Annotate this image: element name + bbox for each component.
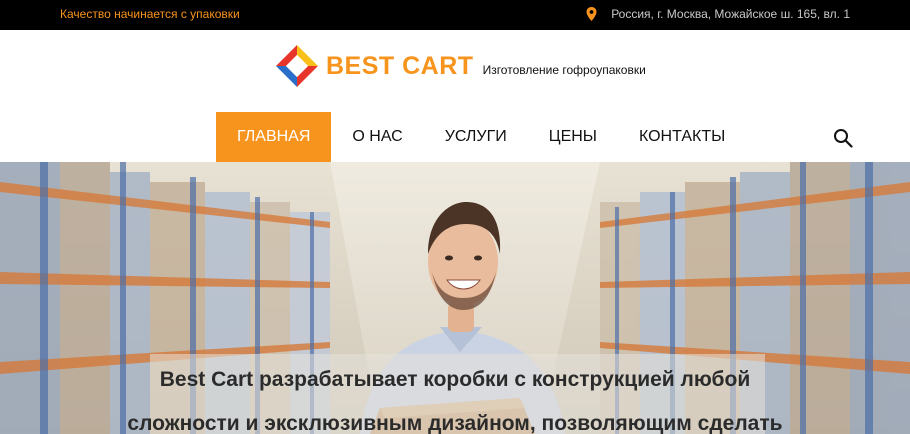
nav-item-home[interactable]: ГЛАВНАЯ [216,112,332,162]
brand-name: BEST CART [326,51,474,80]
brand-subtitle: Изготовление гофроупаковки [482,63,646,77]
hero-text-line-1: Best Cart разрабатывает коробки с констр… [159,368,751,391]
hero-text-line-2: сложности и эксклюзивным дизайном, позво… [127,412,783,434]
topbar: Качество начинается с упаковки Россия, г… [0,0,910,30]
logo[interactable]: BEST CART Изготовление гофроупаковки [276,45,646,87]
tagline: Качество начинается с упаковки [60,7,240,21]
main-nav: ГЛАВНАЯ О НАС УСЛУГИ ЦЕНЫ КОНТАКТЫ [216,112,746,162]
nav-item-prices[interactable]: ЦЕНЫ [528,112,618,162]
nav-item-services[interactable]: УСЛУГИ [424,112,528,162]
hero-banner: Best Cart разрабатывает коробки с констр… [0,162,910,434]
map-pin-icon [586,7,597,21]
search-icon[interactable] [833,128,853,148]
hero-image [0,162,910,434]
logo-mark-icon [276,45,318,87]
address: Россия, г. Москва, Можайское ш. 165, вл.… [586,7,850,21]
nav-item-contacts[interactable]: КОНТАКТЫ [618,112,746,162]
address-text: Россия, г. Москва, Можайское ш. 165, вл.… [611,7,850,21]
nav-item-about[interactable]: О НАС [331,112,423,162]
